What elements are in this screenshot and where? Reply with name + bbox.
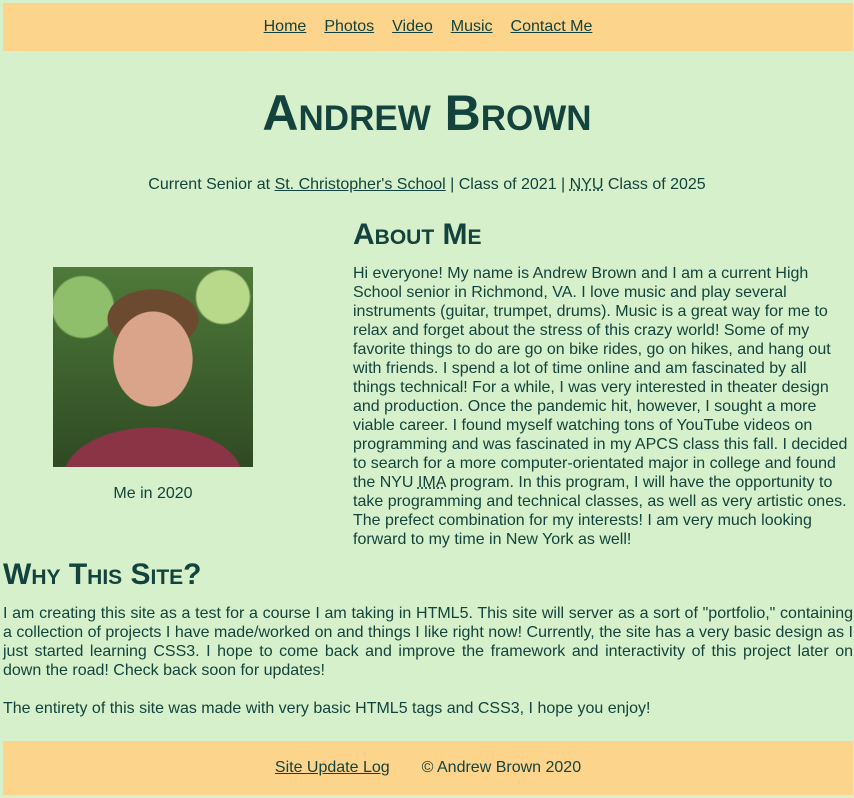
page-subtitle: Current Senior at St. Christopher's Scho…: [0, 176, 854, 194]
nyu-abbr: NYU: [569, 176, 604, 193]
top-nav: Home Photos Video Music Contact Me: [3, 3, 853, 51]
subtitle-prefix: Current Senior at: [148, 176, 275, 193]
profile-photo-figure: Me in 2020: [53, 267, 253, 503]
school-link[interactable]: St. Christopher's School: [275, 176, 446, 193]
nav-photos-link[interactable]: Photos: [324, 18, 374, 36]
ima-abbr: IMA: [417, 474, 446, 491]
about-paragraph: Hi everyone! My name is Andrew Brown and…: [353, 264, 851, 549]
nav-music-link[interactable]: Music: [451, 18, 493, 36]
page-title: Andrew Brown: [262, 85, 592, 141]
update-log-link[interactable]: Site Update Log: [275, 759, 390, 777]
footer: Site Update Log © Andrew Brown 2020: [3, 741, 853, 795]
about-heading: About Me: [353, 218, 482, 251]
profile-photo: [53, 267, 253, 467]
why-paragraph-2: The entirety of this site was made with …: [3, 700, 651, 717]
about-text-part1: Hi everyone! My name is Andrew Brown and…: [353, 265, 848, 491]
nav-contact-link[interactable]: Contact Me: [511, 18, 593, 36]
why-paragraph-1: I am creating this site as a test for a …: [3, 605, 853, 679]
subtitle-suffix: Class of 2025: [603, 176, 706, 193]
why-heading: Why This Site?: [3, 558, 202, 591]
nav-home-link[interactable]: Home: [264, 18, 307, 36]
copyright-text: © Andrew Brown 2020: [421, 759, 582, 776]
subtitle-middle: | Class of 2021 |: [445, 176, 570, 193]
nav-video-link[interactable]: Video: [392, 18, 433, 36]
photo-caption: Me in 2020: [113, 485, 193, 502]
